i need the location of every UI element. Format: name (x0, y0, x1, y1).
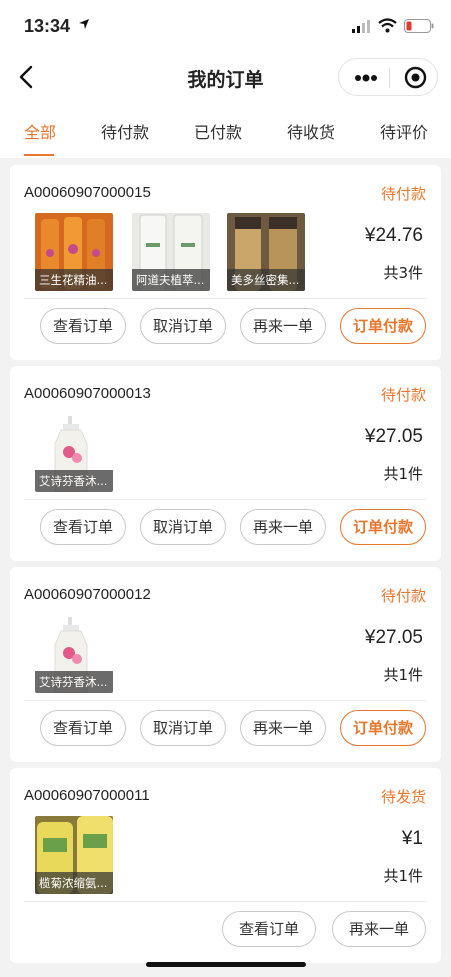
order-card[interactable]: A00060907000013 待付款 艾诗芬香沐... ¥27.05 共1件 … (10, 366, 441, 561)
order-number: A00060907000011 (24, 787, 150, 804)
product-name: 榄菊浓缩氨... (35, 872, 113, 894)
cancel-order-button[interactable]: 取消订单 (140, 710, 226, 746)
item-count: 共1件 (383, 867, 423, 885)
reorder-button[interactable]: 再来一单 (240, 710, 326, 746)
divider (24, 298, 427, 299)
order-status: 待发货 (380, 788, 426, 806)
cancel-order-button[interactable]: 取消订单 (140, 509, 226, 545)
order-number: A00060907000015 (24, 184, 151, 201)
view-order-button[interactable]: 查看订单 (40, 308, 126, 344)
product-name: 美多丝密集... (227, 269, 305, 291)
view-order-button[interactable]: 查看订单 (40, 509, 126, 545)
tab-paid[interactable]: 已付款 (194, 119, 242, 143)
product-name: 三生花精油... (35, 269, 113, 291)
item-count: 共3件 (383, 264, 423, 282)
view-order-button[interactable]: 查看订单 (222, 911, 316, 947)
nav-bar: 我的订单 (0, 52, 451, 102)
order-price: ¥27.05 (364, 426, 423, 447)
order-price: ¥27.05 (364, 627, 423, 648)
reorder-button[interactable]: 再来一单 (240, 509, 326, 545)
order-number: A00060907000013 (24, 385, 151, 402)
order-status: 待付款 (380, 587, 426, 605)
tab-pending-receipt[interactable]: 待收货 (287, 119, 335, 143)
order-status: 待付款 (380, 386, 426, 404)
view-order-button[interactable]: 查看订单 (40, 710, 126, 746)
product-thumbnail[interactable]: 美多丝密集... (227, 213, 305, 291)
order-status: 待付款 (380, 185, 426, 203)
tab-all[interactable]: 全部 (24, 119, 56, 143)
pay-order-button[interactable]: 订单付款 (340, 710, 426, 746)
product-thumbnail[interactable]: 阿道夫植萃... (132, 213, 210, 291)
product-name: 艾诗芬香沐... (35, 470, 113, 492)
status-bar: 13:34 (0, 0, 451, 52)
wifi-icon (378, 18, 397, 33)
order-number: A00060907000012 (24, 586, 151, 603)
mini-program-capsule (338, 58, 438, 96)
divider (24, 499, 427, 500)
cellular-signal-icon (352, 20, 370, 33)
capsule-divider (389, 68, 390, 88)
divider (24, 901, 427, 902)
location-arrow-icon (79, 19, 89, 29)
order-card[interactable]: A00060907000015 待付款 三生花精油... 阿道夫植萃... 美多… (10, 165, 441, 360)
tab-pending-payment[interactable]: 待付款 (101, 119, 149, 143)
product-name: 艾诗芬香沐... (35, 671, 113, 693)
item-count: 共1件 (383, 465, 423, 483)
product-thumbnail[interactable]: 艾诗芬香沐... (35, 615, 113, 693)
order-price: ¥1 (401, 828, 423, 849)
product-thumbnail[interactable]: 艾诗芬香沐... (35, 414, 113, 492)
active-tab-indicator (24, 154, 54, 156)
order-card[interactable]: A00060907000012 待付款 艾诗芬香沐... ¥27.05 共1件 … (10, 567, 441, 762)
pay-order-button[interactable]: 订单付款 (340, 509, 426, 545)
reorder-button[interactable]: 再来一单 (332, 911, 426, 947)
product-thumbnail[interactable]: 榄菊浓缩氨... (35, 816, 113, 894)
reorder-button[interactable]: 再来一单 (240, 308, 326, 344)
more-icon[interactable] (354, 74, 378, 82)
order-tabs: 全部 待付款 已付款 待收货 待评价 (0, 102, 451, 158)
product-name: 阿道夫植萃... (132, 269, 210, 291)
divider (24, 700, 427, 701)
item-count: 共1件 (383, 666, 423, 684)
home-indicator (146, 962, 306, 967)
product-thumbnail[interactable]: 三生花精油... (35, 213, 113, 291)
tab-pending-review[interactable]: 待评价 (380, 119, 428, 143)
status-time: 13:34 (24, 16, 71, 36)
close-mini-program-icon[interactable] (404, 66, 427, 89)
pay-order-button[interactable]: 订单付款 (340, 308, 426, 344)
order-price: ¥24.76 (364, 225, 423, 246)
battery-icon (404, 19, 434, 33)
order-card[interactable]: A00060907000011 待发货 榄菊浓缩氨... ¥1 共1件 查看订单… (10, 768, 441, 963)
cancel-order-button[interactable]: 取消订单 (140, 308, 226, 344)
